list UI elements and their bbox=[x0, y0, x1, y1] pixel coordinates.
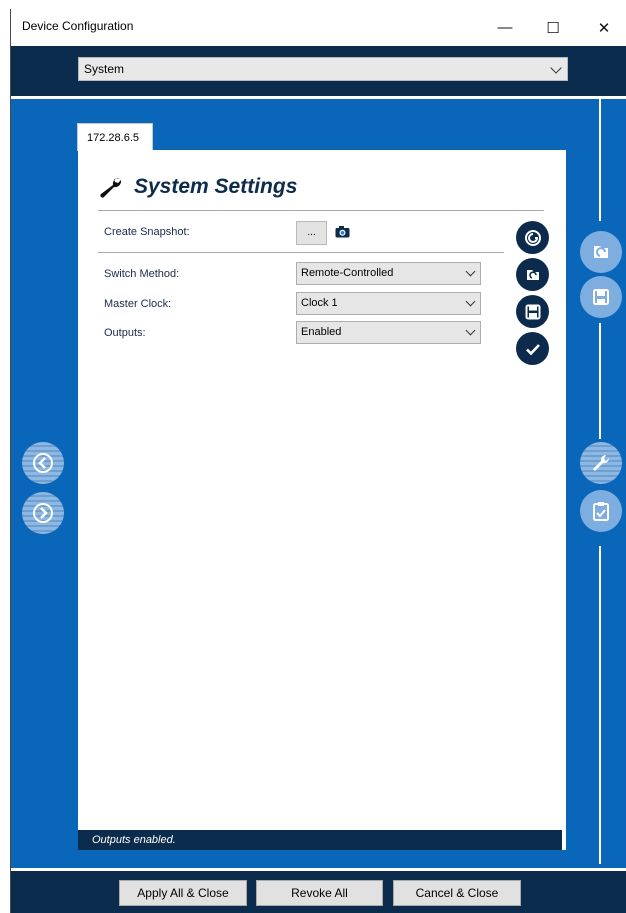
settings-panel: System Settings Create Snapshot: ... Swi… bbox=[78, 150, 566, 850]
load-file-icon bbox=[526, 269, 539, 280]
divider bbox=[11, 868, 626, 871]
status-text: Outputs enabled. bbox=[92, 834, 176, 846]
chevron-down-icon bbox=[465, 296, 476, 307]
top-band: System bbox=[11, 46, 626, 96]
revoke-all-button[interactable]: Revoke All bbox=[256, 880, 383, 906]
chevron-down-icon bbox=[465, 266, 476, 277]
status-bar: Outputs enabled. bbox=[78, 830, 562, 850]
next-icon[interactable] bbox=[22, 492, 64, 534]
window-title: Device Configuration bbox=[22, 19, 134, 33]
footer-bar: Apply All & Close Revoke All Cancel & Cl… bbox=[11, 868, 626, 913]
title-divider bbox=[98, 210, 544, 211]
page-title: System Settings bbox=[98, 175, 297, 199]
refresh-button[interactable] bbox=[516, 221, 549, 254]
wrench-icon bbox=[100, 177, 122, 198]
camera-icon[interactable] bbox=[335, 225, 350, 238]
master-clock-select[interactable]: Clock 1 bbox=[296, 292, 481, 315]
master-clock-value: Clock 1 bbox=[301, 297, 338, 309]
close-button[interactable]: ✕ bbox=[581, 9, 626, 46]
section-select[interactable]: System bbox=[78, 57, 568, 81]
load-file-icon[interactable] bbox=[580, 231, 622, 273]
chevron-down-icon bbox=[465, 325, 476, 336]
create-snapshot-button[interactable]: ... bbox=[296, 221, 327, 245]
page-title-text: System Settings bbox=[134, 175, 298, 198]
save-icon bbox=[525, 304, 540, 319]
maximize-button[interactable]: ☐ bbox=[530, 9, 576, 46]
outputs-value: Enabled bbox=[301, 326, 342, 338]
tab-label: 172.28.6.5 bbox=[87, 132, 139, 144]
tab-device-ip[interactable]: 172.28.6.5 bbox=[77, 123, 153, 151]
chevron-down-icon bbox=[550, 62, 562, 74]
divider bbox=[11, 96, 626, 99]
title-bar: Device Configuration — ☐ ✕ bbox=[11, 9, 626, 46]
save-button[interactable] bbox=[516, 295, 549, 328]
clipboard-check-icon[interactable] bbox=[580, 490, 622, 532]
divider bbox=[599, 99, 601, 221]
divider bbox=[599, 546, 601, 864]
divider bbox=[599, 323, 601, 439]
switch-method-label: Switch Method: bbox=[104, 268, 180, 280]
previous-icon[interactable] bbox=[22, 442, 64, 484]
minimize-button[interactable]: — bbox=[482, 9, 528, 46]
snapshot-label: Create Snapshot: bbox=[104, 226, 190, 238]
load-file-button[interactable] bbox=[516, 258, 549, 291]
switch-method-value: Remote-Controlled bbox=[301, 267, 394, 279]
save-icon[interactable] bbox=[580, 276, 622, 318]
wrench-icon[interactable] bbox=[580, 442, 622, 484]
device-configuration-window: Device Configuration — ☐ ✕ System 172.28… bbox=[10, 9, 626, 913]
section-select-value: System bbox=[84, 62, 125, 76]
outputs-label: Outputs: bbox=[104, 327, 146, 339]
apply-all-close-button[interactable]: Apply All & Close bbox=[119, 880, 247, 906]
checkmark-icon bbox=[525, 343, 540, 355]
apply-button[interactable] bbox=[516, 332, 549, 365]
master-clock-label: Master Clock: bbox=[104, 298, 172, 310]
switch-method-select[interactable]: Remote-Controlled bbox=[296, 262, 481, 285]
cancel-close-button[interactable]: Cancel & Close bbox=[393, 880, 521, 906]
outputs-select[interactable]: Enabled bbox=[296, 321, 481, 344]
content-area: 172.28.6.5 System Settings Create Snapsh… bbox=[11, 96, 626, 868]
snapshot-divider bbox=[98, 252, 504, 253]
refresh-icon bbox=[524, 229, 541, 246]
